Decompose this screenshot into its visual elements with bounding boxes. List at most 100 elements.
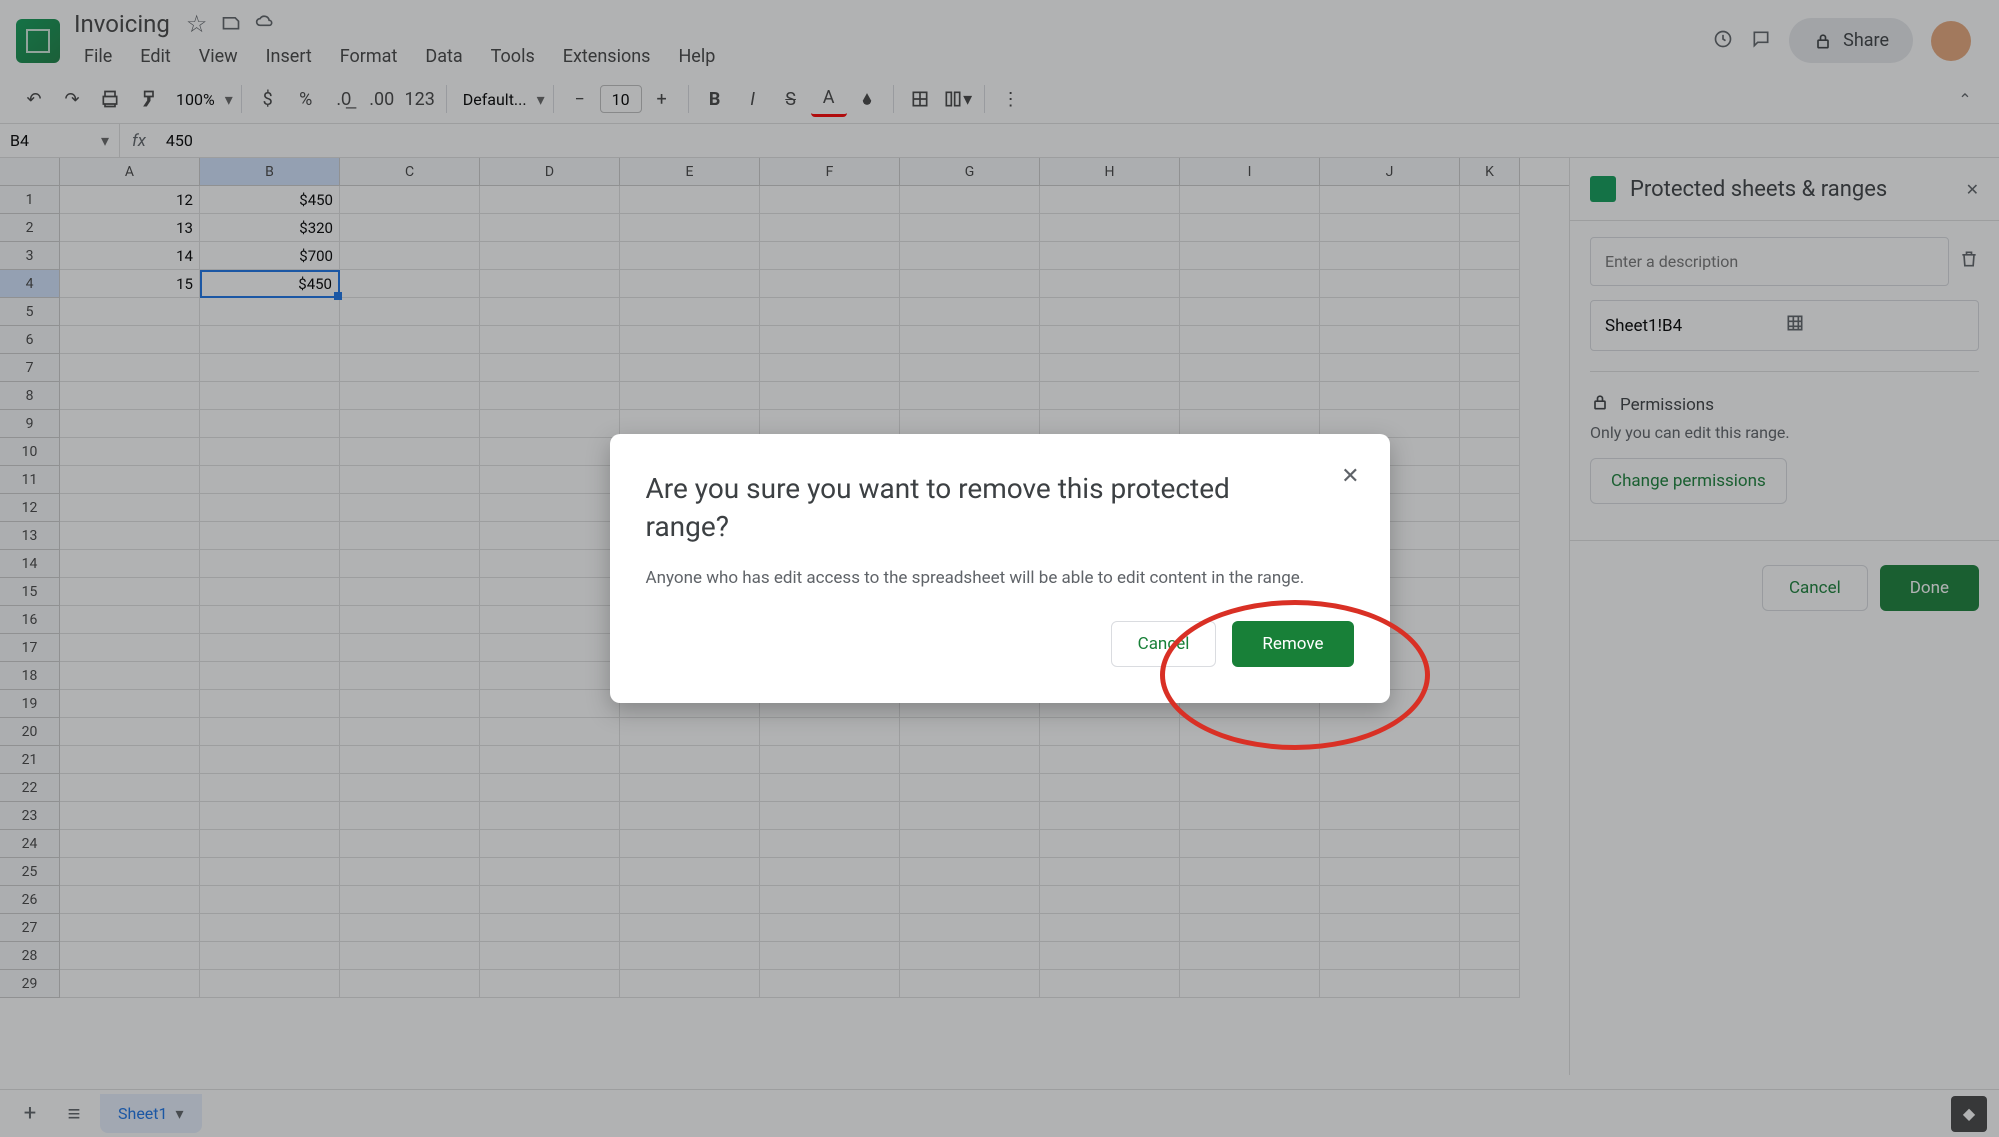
cell-J6[interactable]	[1320, 326, 1460, 354]
cell-K24[interactable]	[1460, 830, 1520, 858]
collapse-toolbar-button[interactable]: ⌃	[1947, 81, 1983, 117]
cell-K14[interactable]	[1460, 550, 1520, 578]
cell-G6[interactable]	[900, 326, 1040, 354]
percent-button[interactable]: %	[288, 81, 324, 117]
cell-E3[interactable]	[620, 242, 760, 270]
cell-E27[interactable]	[620, 914, 760, 942]
cell-D16[interactable]	[480, 606, 620, 634]
menu-edit[interactable]: Edit	[130, 42, 180, 71]
cell-K1[interactable]	[1460, 186, 1520, 214]
cell-D26[interactable]	[480, 886, 620, 914]
cell-K18[interactable]	[1460, 662, 1520, 690]
row-header[interactable]: 29	[0, 970, 60, 998]
cell-F23[interactable]	[760, 802, 900, 830]
cell-B21[interactable]	[200, 746, 340, 774]
cell-H3[interactable]	[1040, 242, 1180, 270]
cell-C22[interactable]	[340, 774, 480, 802]
cell-G25[interactable]	[900, 858, 1040, 886]
cell-G22[interactable]	[900, 774, 1040, 802]
cell-J27[interactable]	[1320, 914, 1460, 942]
decrease-font-button[interactable]: −	[562, 81, 598, 117]
cell-H4[interactable]	[1040, 270, 1180, 298]
cell-D2[interactable]	[480, 214, 620, 242]
bold-button[interactable]: B	[697, 81, 733, 117]
cell-H6[interactable]	[1040, 326, 1180, 354]
menu-format[interactable]: Format	[330, 42, 408, 71]
cell-F21[interactable]	[760, 746, 900, 774]
cell-B6[interactable]	[200, 326, 340, 354]
cell-B20[interactable]	[200, 718, 340, 746]
share-button[interactable]: Share	[1789, 18, 1913, 63]
cell-B13[interactable]	[200, 522, 340, 550]
cell-A24[interactable]	[60, 830, 200, 858]
cell-A18[interactable]	[60, 662, 200, 690]
cell-F6[interactable]	[760, 326, 900, 354]
cell-G23[interactable]	[900, 802, 1040, 830]
cell-B18[interactable]	[200, 662, 340, 690]
cell-I29[interactable]	[1180, 970, 1320, 998]
cell-D22[interactable]	[480, 774, 620, 802]
cell-B1[interactable]: $450	[200, 186, 340, 214]
cell-E1[interactable]	[620, 186, 760, 214]
cell-B29[interactable]	[200, 970, 340, 998]
row-header[interactable]: 12	[0, 494, 60, 522]
description-input[interactable]	[1590, 237, 1949, 286]
cell-E20[interactable]	[620, 718, 760, 746]
cell-E5[interactable]	[620, 298, 760, 326]
cell-A4[interactable]: 15	[60, 270, 200, 298]
cell-B16[interactable]	[200, 606, 340, 634]
cell-F24[interactable]	[760, 830, 900, 858]
cell-K16[interactable]	[1460, 606, 1520, 634]
cell-K3[interactable]	[1460, 242, 1520, 270]
row-header[interactable]: 1	[0, 186, 60, 214]
row-header[interactable]: 11	[0, 466, 60, 494]
cell-K27[interactable]	[1460, 914, 1520, 942]
cell-J22[interactable]	[1320, 774, 1460, 802]
dialog-remove-button[interactable]: Remove	[1232, 621, 1353, 667]
cell-C20[interactable]	[340, 718, 480, 746]
cell-B4[interactable]: $450	[200, 270, 340, 298]
row-header[interactable]: 5	[0, 298, 60, 326]
cell-B19[interactable]	[200, 690, 340, 718]
cell-B24[interactable]	[200, 830, 340, 858]
panel-cancel-button[interactable]: Cancel	[1762, 565, 1868, 611]
cell-A20[interactable]	[60, 718, 200, 746]
menu-extensions[interactable]: Extensions	[553, 42, 661, 71]
cell-J20[interactable]	[1320, 718, 1460, 746]
row-header[interactable]: 10	[0, 438, 60, 466]
cell-I8[interactable]	[1180, 382, 1320, 410]
col-header-G[interactable]: G	[900, 158, 1040, 185]
cell-J7[interactable]	[1320, 354, 1460, 382]
cell-G28[interactable]	[900, 942, 1040, 970]
cell-C19[interactable]	[340, 690, 480, 718]
cell-F7[interactable]	[760, 354, 900, 382]
cell-D28[interactable]	[480, 942, 620, 970]
cell-C4[interactable]	[340, 270, 480, 298]
cell-C9[interactable]	[340, 410, 480, 438]
cell-G5[interactable]	[900, 298, 1040, 326]
row-header[interactable]: 17	[0, 634, 60, 662]
cell-H24[interactable]	[1040, 830, 1180, 858]
cell-D20[interactable]	[480, 718, 620, 746]
cell-A3[interactable]: 14	[60, 242, 200, 270]
cell-E21[interactable]	[620, 746, 760, 774]
cell-E24[interactable]	[620, 830, 760, 858]
cell-F4[interactable]	[760, 270, 900, 298]
row-header[interactable]: 28	[0, 942, 60, 970]
cell-C13[interactable]	[340, 522, 480, 550]
cell-C27[interactable]	[340, 914, 480, 942]
cell-K6[interactable]	[1460, 326, 1520, 354]
cell-I7[interactable]	[1180, 354, 1320, 382]
cell-G27[interactable]	[900, 914, 1040, 942]
col-header-K[interactable]: K	[1460, 158, 1520, 185]
cell-A13[interactable]	[60, 522, 200, 550]
cell-H22[interactable]	[1040, 774, 1180, 802]
currency-button[interactable]: $	[250, 81, 286, 117]
cell-J2[interactable]	[1320, 214, 1460, 242]
cell-A27[interactable]	[60, 914, 200, 942]
cell-E26[interactable]	[620, 886, 760, 914]
cell-K23[interactable]	[1460, 802, 1520, 830]
cell-D29[interactable]	[480, 970, 620, 998]
row-header[interactable]: 19	[0, 690, 60, 718]
sheet-tab-menu-icon[interactable]: ▾	[176, 1104, 184, 1123]
